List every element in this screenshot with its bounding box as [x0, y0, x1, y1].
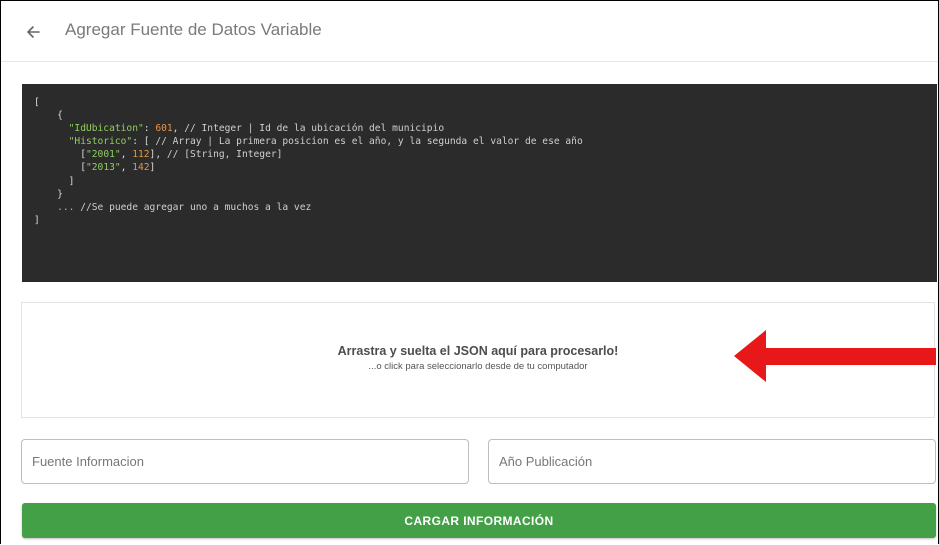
code-token: ] — [34, 214, 40, 226]
source-field[interactable] — [21, 439, 469, 484]
code-token: 601 — [155, 123, 173, 135]
arrow-left-icon[interactable] — [23, 21, 45, 43]
code-token: } — [57, 188, 63, 200]
json-example-code-block: [ { "IdUbication": 601, // Integer | Id … — [22, 84, 937, 282]
code-token: [ — [34, 97, 40, 108]
code-token: "2013" — [86, 162, 121, 174]
page-header: Agregar Fuente de Datos Variable — [1, 1, 938, 62]
code-token: 142 — [132, 162, 150, 174]
year-field[interactable] — [488, 439, 936, 484]
code-token: "Historico" — [68, 136, 133, 148]
code-comment: // Integer | Id de la ubicación del muni… — [184, 123, 445, 135]
publication-year-input[interactable] — [489, 440, 935, 483]
code-token: "IdUbication" — [68, 123, 144, 135]
page-title: Agregar Fuente de Datos Variable — [65, 20, 322, 39]
code-comment: // Array | La primera posicion es el año… — [155, 136, 583, 148]
upload-info-button[interactable]: CARGAR INFORMACIÓN — [22, 503, 936, 538]
code-comment: //Se puede agregar uno a muchos a la vez — [80, 201, 312, 213]
code-comment: // [String, Integer] — [166, 149, 283, 161]
source-input[interactable] — [22, 440, 468, 483]
code-token: 112 — [132, 149, 150, 161]
code-token: ... — [57, 201, 75, 213]
code-token: { — [57, 110, 63, 122]
json-example-code: [ { "IdUbication": 601, // Integer | Id … — [34, 97, 583, 226]
red-arrow-icon — [734, 330, 936, 382]
code-token: ] — [68, 175, 75, 187]
code-token: "2001" — [86, 149, 121, 161]
